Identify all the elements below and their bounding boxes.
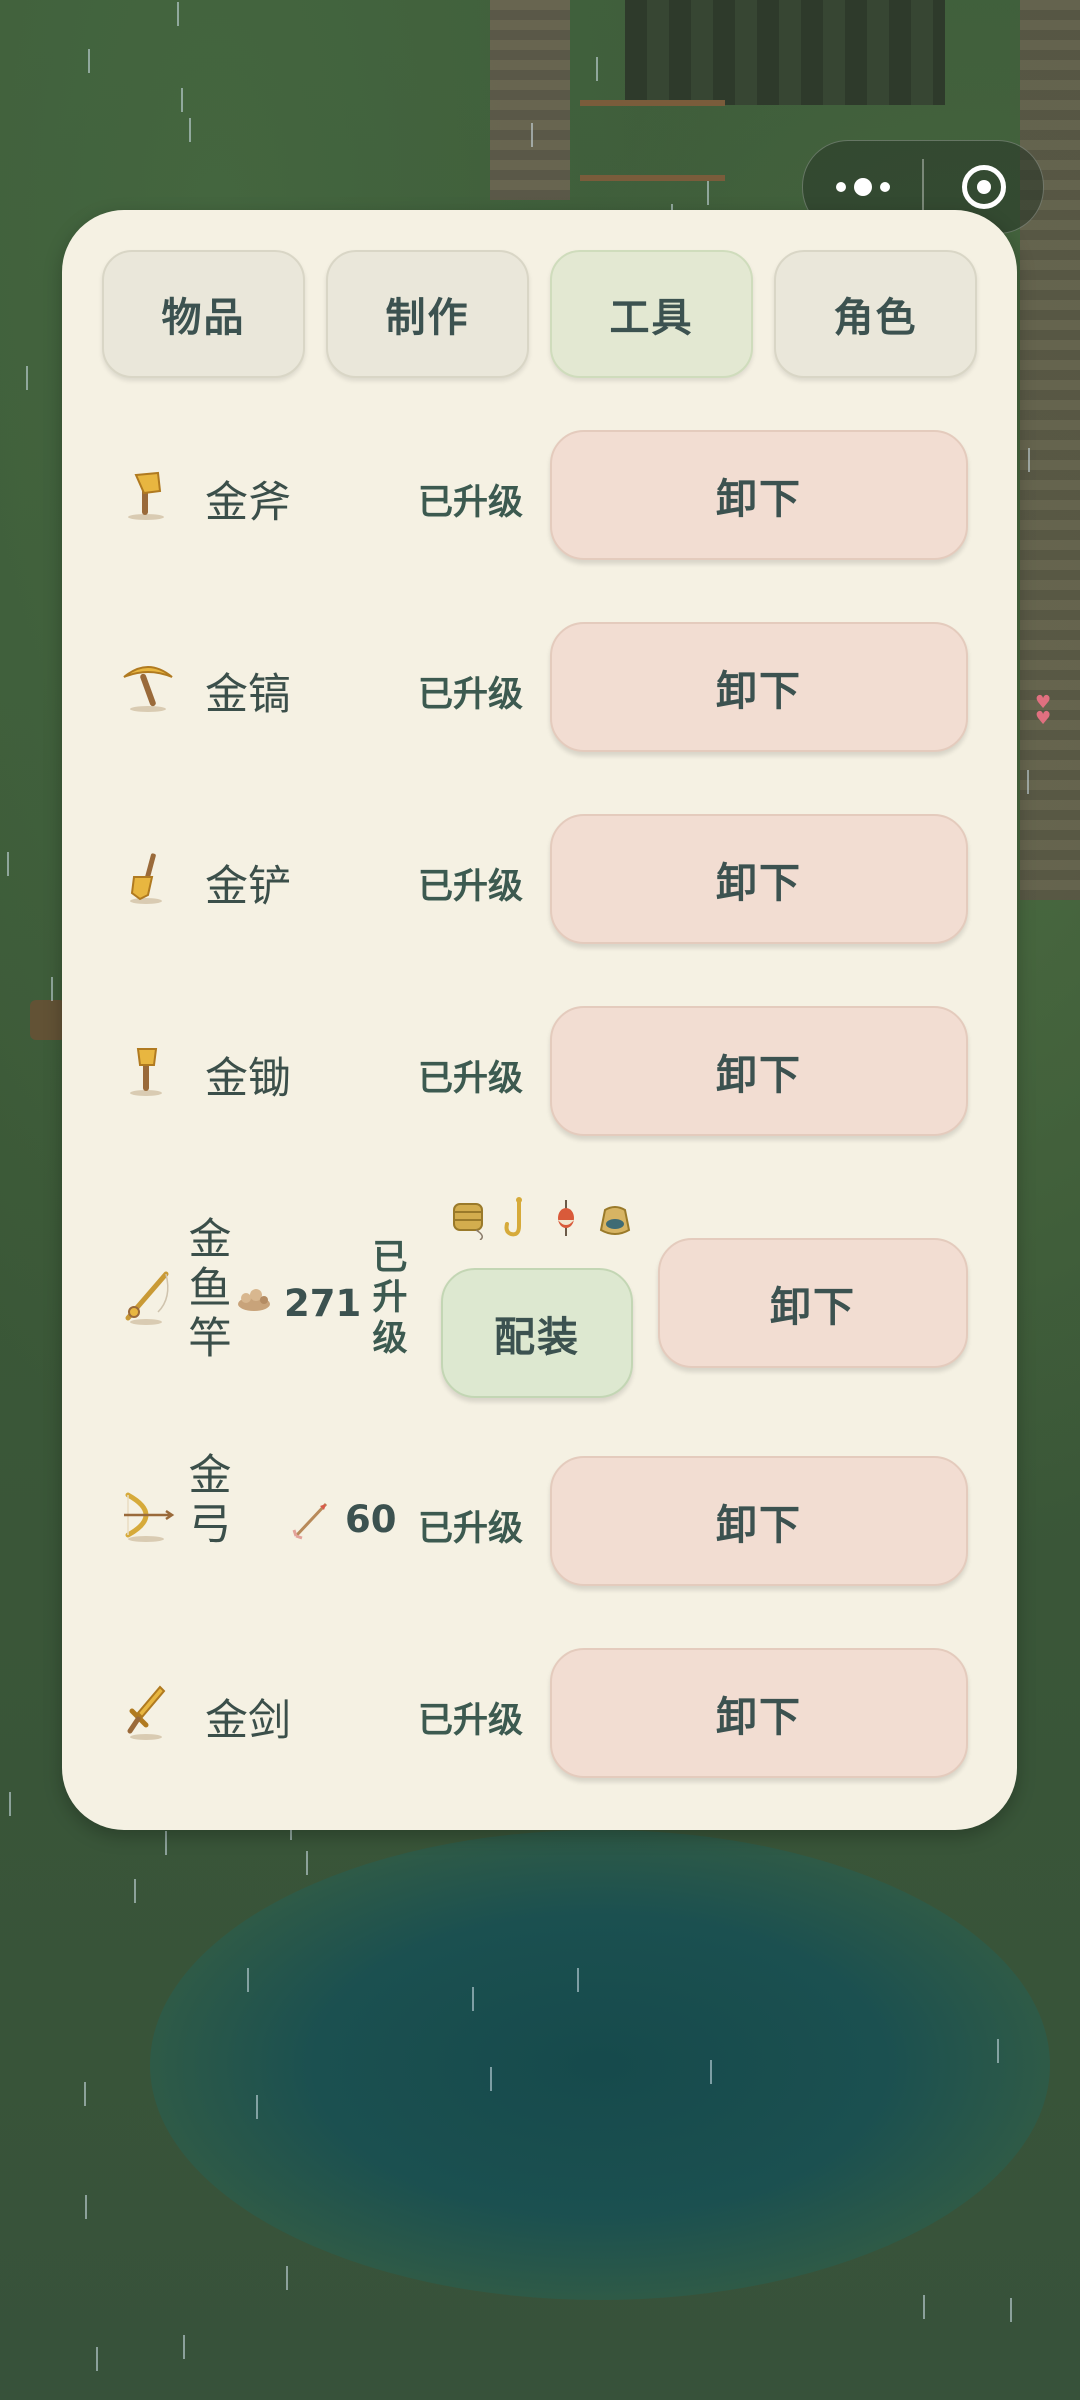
tool-row-sword: 金剑 已升级 卸下 (62, 1638, 1017, 1788)
tool-name: 金锄 (205, 1054, 291, 1104)
raindrop (531, 123, 533, 147)
upgrade-status: 已升级 (418, 1701, 524, 1741)
fence-lower (580, 175, 725, 181)
raindrop (286, 2266, 288, 2290)
bait-bag-icon (599, 1206, 631, 1235)
fishing-line-icon (453, 1203, 483, 1240)
raindrop (183, 2335, 185, 2359)
golden-shovel-icon (130, 853, 162, 904)
golden-bow-icon (124, 1492, 175, 1542)
upgrade-status-vertical: 已 升 级 (372, 1238, 408, 1359)
unequip-button[interactable]: 卸下 (550, 1648, 968, 1778)
raindrop (85, 2195, 87, 2219)
raindrop (577, 1968, 579, 1992)
raindrop (96, 2347, 98, 2371)
tool-name: 金剑 (205, 1696, 291, 1746)
loadout-button[interactable]: 配装 (441, 1268, 633, 1398)
tab-character[interactable]: 角色 (774, 250, 977, 378)
raindrop (134, 1879, 136, 1903)
raindrop (1028, 448, 1030, 472)
raindrop (181, 88, 183, 112)
raindrop (7, 852, 9, 876)
raindrop (51, 977, 53, 1001)
unequip-button[interactable]: 卸下 (550, 1006, 968, 1136)
raindrop (256, 2095, 258, 2119)
tool-row-bow: 金 弓 60 已升级 卸下 (62, 1442, 1017, 1592)
tab-tools[interactable]: 工具 (550, 250, 753, 378)
raindrop (472, 1987, 474, 2011)
raindrop (189, 118, 191, 142)
arrow-icon (292, 1502, 328, 1540)
raindrop (306, 1851, 308, 1875)
raindrop (490, 2067, 492, 2091)
more-dots-icon (835, 178, 890, 196)
raindrop (997, 2039, 999, 2063)
golden-fishing-rod-icon (125, 1271, 169, 1325)
upgrade-status: 已升级 (418, 1509, 524, 1549)
crop-field (625, 0, 945, 105)
unequip-button[interactable]: 卸下 (550, 814, 968, 944)
tool-row-hoe: 金锄 已升级 卸下 (62, 996, 1017, 1146)
raindrop (165, 1831, 167, 1855)
golden-sword-icon (127, 1685, 166, 1740)
raindrop (88, 49, 90, 73)
raindrop (1010, 2298, 1012, 2322)
panel-tabs: 物品 制作 工具 角色 (102, 250, 977, 380)
upgrade-status: 已升级 (418, 675, 524, 715)
raindrop (596, 57, 598, 81)
upgrade-status: 已升级 (418, 1059, 524, 1099)
tool-row-fishing-rod: 金 鱼 竿 271 已 升 级 配装 卸下 (62, 1188, 1017, 1410)
tab-crafting[interactable]: 制作 (326, 250, 529, 378)
upgrade-status: 已升级 (418, 483, 524, 523)
raindrop (707, 181, 709, 205)
tools-panel: 物品 制作 工具 角色 金斧 已升级 卸下 金镐 已升级 卸下 金铲 已升级 卸… (62, 210, 1017, 1830)
close-target-icon (961, 165, 1006, 209)
tool-row-shovel: 金铲 已升级 卸下 (62, 804, 1017, 954)
raindrop (9, 1792, 11, 1816)
raindrop (247, 1968, 249, 1992)
tool-row-pickaxe: 金镐 已升级 卸下 (62, 612, 1017, 762)
golden-axe-icon (128, 471, 164, 520)
golden-pickaxe-icon (123, 666, 173, 712)
unequip-button[interactable]: 卸下 (550, 622, 968, 752)
unequip-button[interactable]: 卸下 (550, 1456, 968, 1586)
fence (580, 100, 725, 106)
tree-stump (30, 1000, 66, 1040)
raindrop (26, 366, 28, 390)
upgrade-status: 已升级 (418, 867, 524, 907)
tool-name: 金铲 (205, 862, 291, 912)
arrow-count: 60 (345, 1498, 397, 1541)
bait-icon (238, 1289, 270, 1311)
tool-name-vertical: 金 鱼 竿 (188, 1215, 232, 1364)
dirt-path (490, 0, 570, 200)
tool-name-vertical: 金 弓 (188, 1451, 232, 1551)
unequip-button[interactable]: 卸下 (550, 430, 968, 560)
pond (150, 1830, 1050, 2300)
raindrop (710, 2060, 712, 2084)
raindrop (84, 2082, 86, 2106)
raindrop (177, 2, 179, 26)
bait-count: 271 (284, 1282, 362, 1325)
unequip-button[interactable]: 卸下 (658, 1238, 968, 1368)
fish-hook-icon (504, 1197, 522, 1237)
tool-name: 金斧 (205, 478, 291, 528)
tool-name: 金镐 (205, 670, 291, 720)
fishing-float-icon (558, 1200, 574, 1236)
raindrop (923, 2295, 925, 2319)
golden-hoe-icon (130, 1048, 162, 1096)
tool-row-axe: 金斧 已升级 卸下 (62, 420, 1017, 570)
hearts-icon: ♥ ♥ (1035, 692, 1052, 729)
tab-items[interactable]: 物品 (102, 250, 305, 378)
raindrop (1027, 770, 1029, 794)
